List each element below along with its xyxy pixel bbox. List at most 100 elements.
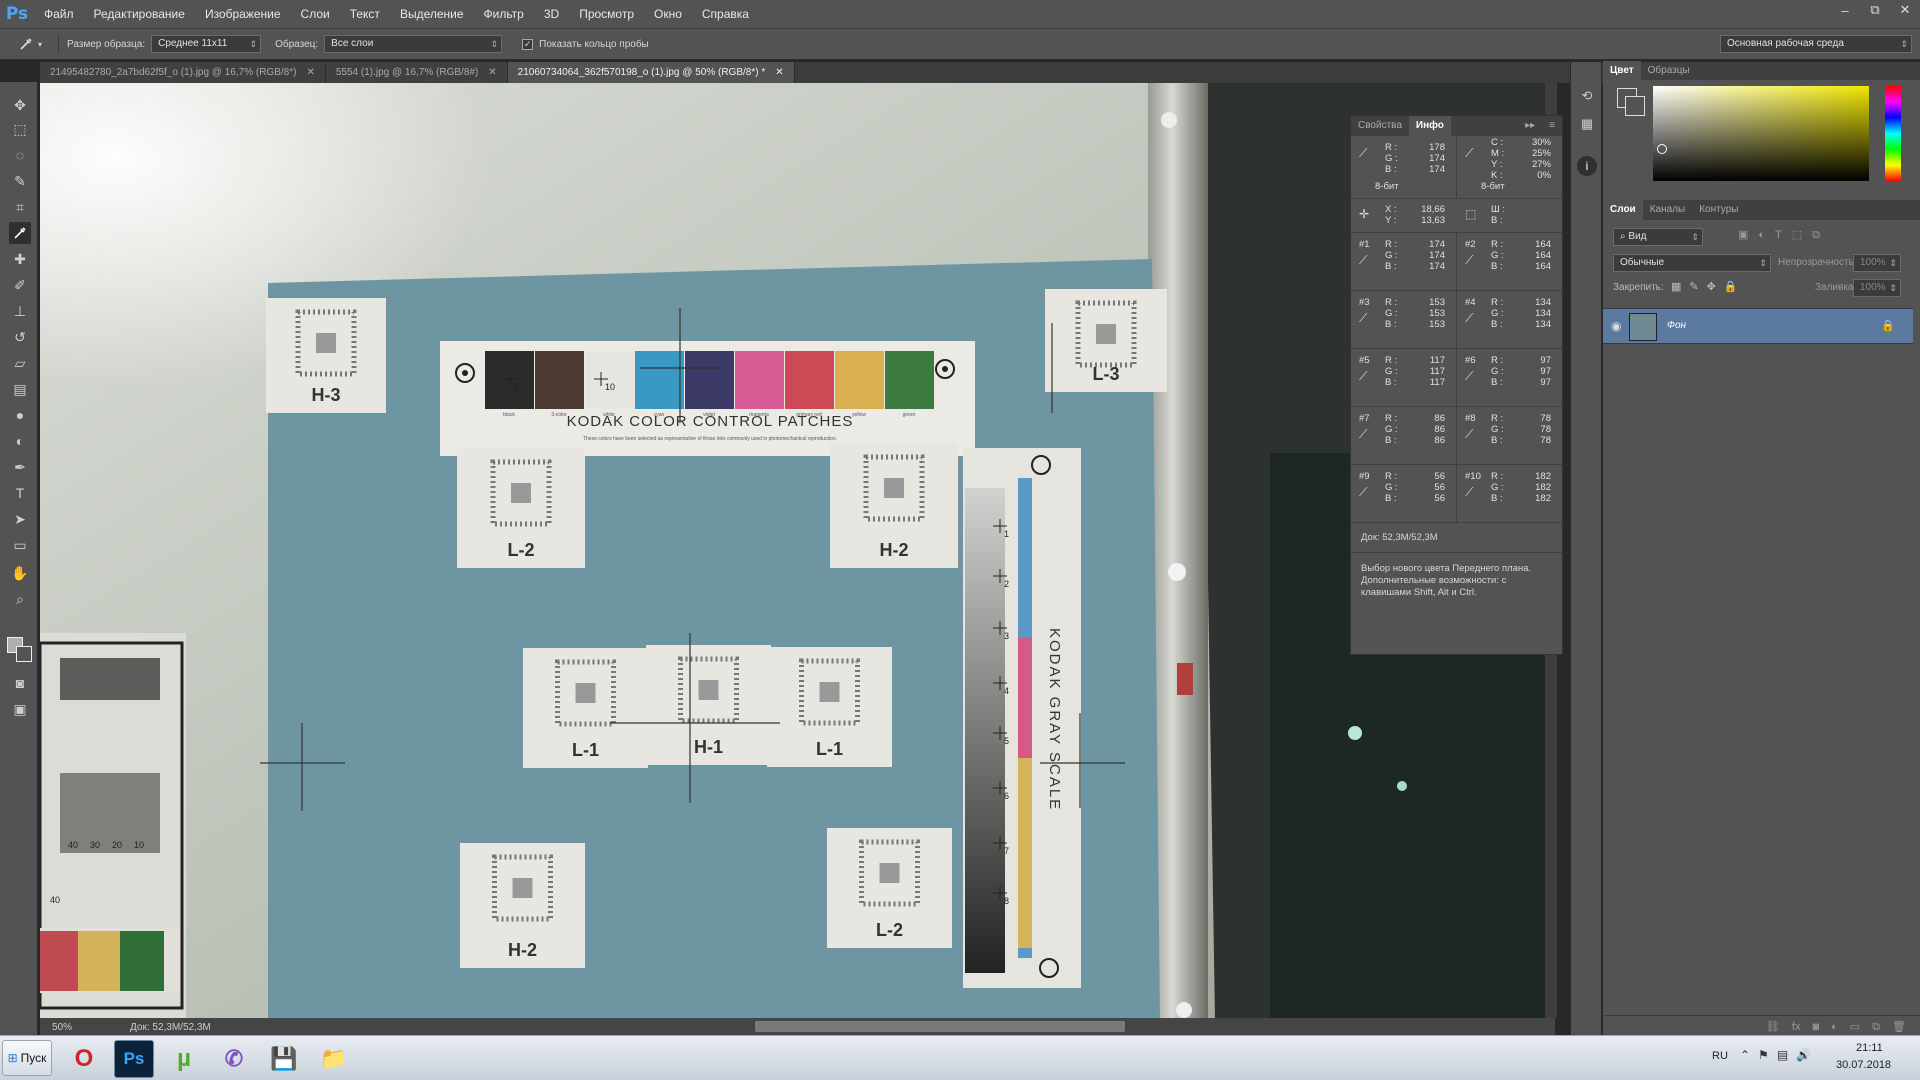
lasso-tool-icon[interactable]: ◌ bbox=[9, 144, 31, 166]
close-icon[interactable]: ✕ bbox=[306, 62, 314, 83]
tab-properties[interactable]: Свойства bbox=[1351, 116, 1409, 136]
horizontal-scroll-thumb[interactable] bbox=[755, 1021, 1125, 1032]
layer-name[interactable]: Фон bbox=[1667, 320, 1686, 331]
screen-mode-icon[interactable]: ▣ bbox=[9, 698, 31, 720]
save-disk-icon[interactable]: 💾 bbox=[264, 1040, 304, 1078]
viber-icon[interactable]: ✆ bbox=[214, 1040, 254, 1078]
brush-tool-icon[interactable]: ✐ bbox=[9, 274, 31, 296]
eyedropper-tool-icon[interactable] bbox=[9, 222, 31, 244]
restore-button[interactable]: ⧉ bbox=[1860, 0, 1890, 20]
lock-icons[interactable]: ▦✎✥🔒 bbox=[1671, 280, 1746, 293]
sample-select[interactable]: Все слои bbox=[324, 35, 503, 53]
clone-stamp-tool-icon[interactable]: ⊥ bbox=[9, 300, 31, 322]
language-indicator[interactable]: RU bbox=[1712, 1050, 1728, 1062]
eraser-tool-icon[interactable]: ▱ bbox=[9, 352, 31, 374]
gradient-tool-icon[interactable]: ▤ bbox=[9, 378, 31, 400]
sampler-b: 174 bbox=[1429, 261, 1445, 272]
menu-item-8[interactable]: Просмотр bbox=[569, 0, 644, 28]
zoom-level[interactable]: 50% bbox=[52, 1022, 72, 1033]
tab-document-1[interactable]: 21495482780_2a7bd62f5f_o (1).jpg @ 16,7%… bbox=[40, 62, 326, 83]
blend-mode-select[interactable]: Обычные bbox=[1613, 254, 1771, 272]
panel-menu-icon[interactable]: ≡ bbox=[1542, 116, 1562, 136]
zoom-tool-icon[interactable]: ⌕ bbox=[9, 588, 31, 610]
pen-tool-icon[interactable]: ✒ bbox=[9, 456, 31, 478]
show-ring-checkbox[interactable]: ✓ bbox=[522, 38, 534, 50]
sample-size-select[interactable]: Среднее 11x11 bbox=[151, 35, 262, 53]
tab-channels[interactable]: Каналы bbox=[1643, 200, 1693, 220]
tab-document-3[interactable]: 21060734064_362f570198_o (1).jpg @ 50% (… bbox=[507, 62, 795, 83]
history-panel-icon[interactable]: ⟲ bbox=[1577, 88, 1597, 108]
menu-item-1[interactable]: Редактирование bbox=[84, 0, 195, 28]
crop-tool-icon[interactable]: ⌗ bbox=[9, 196, 31, 218]
marquee-tool-icon[interactable]: ⬚ bbox=[9, 118, 31, 140]
start-button[interactable]: ⊞ Пуск bbox=[2, 1040, 52, 1076]
menu-item-3[interactable]: Слои bbox=[291, 0, 340, 28]
background-swatch[interactable] bbox=[1625, 96, 1645, 116]
shape-tool-icon[interactable]: ▭ bbox=[9, 534, 31, 556]
blur-tool-icon[interactable]: ● bbox=[9, 404, 31, 426]
color-panel-tabs: Цвет Образцы bbox=[1603, 61, 1920, 81]
opera-icon[interactable]: O bbox=[64, 1040, 104, 1078]
eyedropper-preset-icon[interactable]: ▾ bbox=[10, 36, 50, 52]
history-brush-tool-icon[interactable]: ↺ bbox=[9, 326, 31, 348]
menu-item-6[interactable]: Фильтр bbox=[474, 0, 534, 28]
document-canvas[interactable]: 40 30 20 10 40 black 3-color white cyan violet ma… bbox=[40, 83, 1545, 1021]
info-panel-icon[interactable]: i bbox=[1577, 156, 1597, 176]
menu-item-2[interactable]: Изображение bbox=[195, 0, 291, 28]
layer-filter-select[interactable]: ⌕ Вид bbox=[1613, 228, 1703, 246]
menu-item-0[interactable]: Файл bbox=[34, 0, 84, 28]
clock-date[interactable]: 30.07.2018 bbox=[1836, 1059, 1891, 1071]
new-layer-icon[interactable]: ⧉ bbox=[1872, 1016, 1880, 1037]
minimize-button[interactable]: – bbox=[1830, 0, 1860, 20]
dodge-tool-icon[interactable]: ◐ bbox=[9, 430, 31, 452]
hand-tool-icon[interactable]: ✋ bbox=[9, 562, 31, 584]
explorer-folder-icon[interactable]: 📁 bbox=[314, 1040, 354, 1078]
path-select-tool-icon[interactable]: ➤ bbox=[9, 508, 31, 530]
menu-item-4[interactable]: Текст bbox=[340, 0, 390, 28]
resolution-center bbox=[879, 863, 900, 883]
layers-panel-tabs: Слои Каналы Контуры bbox=[1603, 200, 1920, 220]
panel-collapse-icon[interactable]: ▸▸ bbox=[1518, 116, 1542, 136]
color-picker-ring[interactable] bbox=[1657, 144, 1667, 154]
move-tool-icon[interactable]: ✥ bbox=[9, 94, 31, 116]
patch-label: green bbox=[903, 412, 916, 418]
tab-info[interactable]: Инфо bbox=[1408, 116, 1451, 136]
photoshop-taskbar-icon[interactable]: Ps bbox=[114, 1040, 154, 1078]
menu-item-5[interactable]: Выделение bbox=[390, 0, 474, 28]
color-spectrum-field[interactable] bbox=[1653, 86, 1869, 181]
visibility-eye-icon[interactable]: ◉ bbox=[1611, 319, 1621, 333]
healing-brush-tool-icon[interactable]: ✚ bbox=[9, 248, 31, 270]
tab-paths[interactable]: Контуры bbox=[1692, 200, 1745, 220]
fill-input[interactable]: 100% bbox=[1853, 279, 1901, 297]
layer-row[interactable]: ◉ Фон 🔒 bbox=[1603, 308, 1913, 344]
hue-slider[interactable] bbox=[1885, 86, 1901, 181]
tray-icons[interactable]: ⌃⚑▤🔊 bbox=[1740, 1048, 1819, 1062]
utorrent-icon[interactable]: µ bbox=[164, 1040, 204, 1078]
layer-style-icon[interactable]: fx bbox=[1792, 1016, 1801, 1037]
menu-item-7[interactable]: 3D bbox=[534, 0, 569, 28]
clock-time[interactable]: 21:11 bbox=[1856, 1042, 1883, 1054]
adjustment-layer-icon[interactable]: ◐ bbox=[1831, 1016, 1838, 1037]
background-color[interactable] bbox=[16, 646, 32, 662]
workspace-select[interactable]: Основная рабочая среда bbox=[1720, 35, 1912, 53]
tab-color[interactable]: Цвет bbox=[1603, 61, 1641, 81]
adjustments-panel-icon[interactable]: ▦ bbox=[1577, 116, 1597, 136]
type-tool-icon[interactable]: T bbox=[9, 482, 31, 504]
new-group-icon[interactable]: ▭ bbox=[1850, 1016, 1860, 1037]
quick-select-tool-icon[interactable]: ✎ bbox=[9, 170, 31, 192]
add-mask-icon[interactable]: ◙ bbox=[1812, 1016, 1819, 1037]
close-button[interactable]: ✕ bbox=[1890, 0, 1920, 20]
tab-swatches[interactable]: Образцы bbox=[1641, 61, 1697, 81]
quick-mask-icon[interactable]: ◙ bbox=[9, 672, 31, 694]
menu-item-10[interactable]: Справка bbox=[692, 0, 759, 28]
color-swatches[interactable] bbox=[7, 637, 33, 663]
close-icon[interactable]: ✕ bbox=[775, 62, 783, 83]
tab-layers[interactable]: Слои bbox=[1603, 200, 1643, 220]
delete-layer-icon[interactable]: 🗑 bbox=[1892, 1016, 1906, 1037]
close-icon[interactable]: ✕ bbox=[488, 62, 496, 83]
tab-document-2[interactable]: 5554 (1).jpg @ 16,7% (RGB/8#) ✕ bbox=[325, 62, 508, 83]
opacity-input[interactable]: 100% bbox=[1853, 254, 1901, 272]
menu-item-9[interactable]: Окно bbox=[644, 0, 692, 28]
link-layers-icon[interactable]: ⛓ bbox=[1766, 1016, 1780, 1037]
sampler-g: 153 bbox=[1429, 308, 1445, 319]
